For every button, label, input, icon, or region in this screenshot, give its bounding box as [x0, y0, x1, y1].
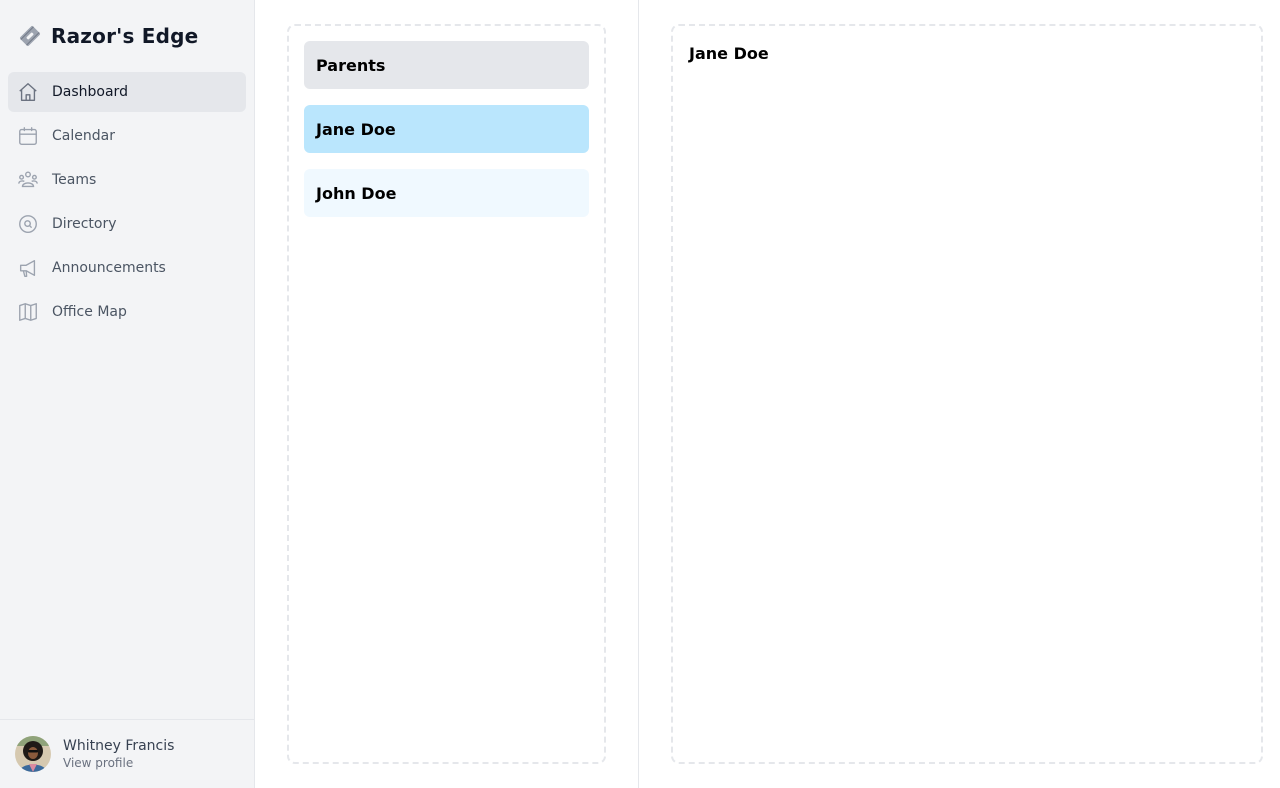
sidebar: Razor's Edge Dashboard Calendar Teams Di…	[0, 0, 255, 788]
sidebar-item-office-map[interactable]: Office Map	[8, 292, 246, 332]
list-group-header: Parents	[304, 41, 589, 89]
home-icon	[16, 80, 40, 104]
app-name: Razor's Edge	[51, 24, 199, 48]
profile-name: Whitney Francis	[63, 738, 175, 754]
list-container: Parents Jane Doe John Doe	[287, 24, 606, 764]
razor-blade-icon	[17, 23, 43, 49]
sidebar-nav: Dashboard Calendar Teams Directory Annou…	[0, 72, 254, 336]
profile-link[interactable]: Whitney Francis View profile	[0, 719, 254, 788]
sidebar-item-label: Teams	[52, 172, 97, 188]
detail-container: Jane Doe	[671, 24, 1263, 764]
list-item-john-doe[interactable]: John Doe	[304, 169, 589, 217]
map-icon	[16, 300, 40, 324]
brand: Razor's Edge	[0, 0, 254, 72]
sidebar-item-label: Office Map	[52, 304, 127, 320]
users-icon	[16, 168, 40, 192]
sidebar-item-directory[interactable]: Directory	[8, 204, 246, 244]
sidebar-item-dashboard[interactable]: Dashboard	[8, 72, 246, 112]
sidebar-item-label: Dashboard	[52, 84, 128, 100]
sidebar-item-label: Directory	[52, 216, 117, 232]
sidebar-item-teams[interactable]: Teams	[8, 160, 246, 200]
sidebar-item-label: Announcements	[52, 260, 166, 276]
megaphone-icon	[16, 256, 40, 280]
app: Razor's Edge Dashboard Calendar Teams Di…	[0, 0, 1280, 788]
detail-title: Jane Doe	[689, 44, 769, 63]
people-list: Parents Jane Doe John Doe	[289, 26, 604, 248]
view-profile-link[interactable]: View profile	[63, 755, 174, 771]
sidebar-item-announcements[interactable]: Announcements	[8, 248, 246, 288]
detail-panel: Jane Doe	[639, 0, 1280, 788]
search-circle-icon	[16, 212, 40, 236]
sidebar-item-calendar[interactable]: Calendar	[8, 116, 246, 156]
calendar-icon	[16, 124, 40, 148]
list-panel: Parents Jane Doe John Doe	[255, 0, 639, 788]
avatar	[15, 736, 51, 772]
list-item-jane-doe[interactable]: Jane Doe	[304, 105, 589, 153]
sidebar-item-label: Calendar	[52, 128, 115, 144]
